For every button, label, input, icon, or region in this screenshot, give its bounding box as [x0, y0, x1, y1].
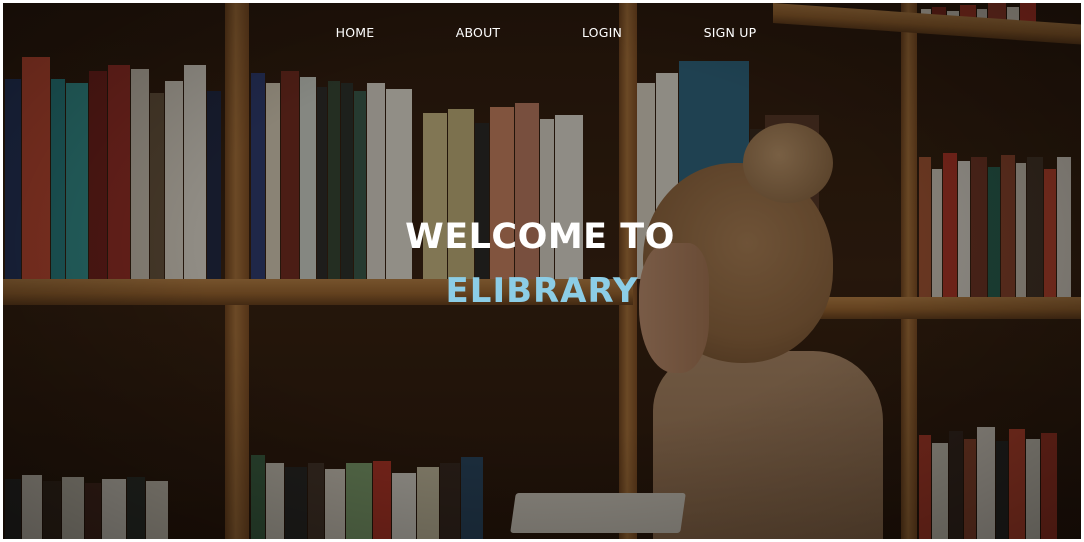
top-navigation: HOME ABOUT LOGIN SIGN UP: [3, 25, 1081, 47]
nav-link-about[interactable]: ABOUT: [456, 25, 501, 40]
hero-brand-text: ELIBRARY: [445, 271, 639, 311]
nav-link-home[interactable]: HOME: [336, 25, 375, 40]
nav-link-login[interactable]: LOGIN: [582, 25, 622, 40]
nav-link-sign-up[interactable]: SIGN UP: [704, 25, 757, 40]
page-frame: HOME ABOUT LOGIN SIGN UP WELCOME TO ELIB…: [3, 3, 1081, 539]
hero-welcome-text: WELCOME TO: [405, 217, 675, 257]
hero-title: WELCOME TO ELIBRARY: [3, 215, 1081, 311]
